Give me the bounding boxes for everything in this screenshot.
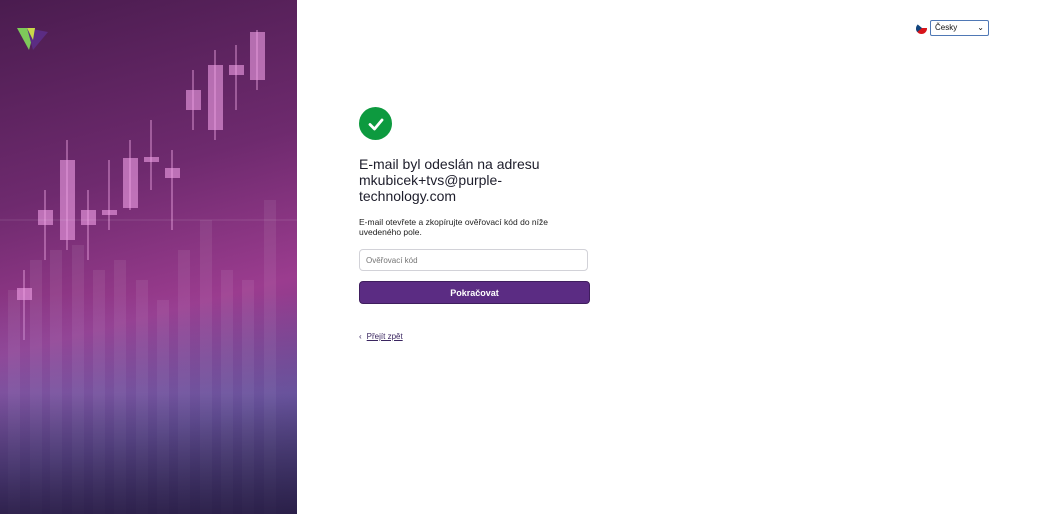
panel-gradient (0, 294, 297, 514)
czech-flag-icon (916, 22, 927, 34)
back-link-label: Přejít zpět (366, 332, 403, 341)
verification-code-input[interactable] (359, 249, 588, 271)
back-link[interactable]: ‹ Přejít zpět (359, 332, 591, 341)
verification-form: E-mail byl odeslán na adresu mkubicek+tv… (359, 107, 591, 341)
page-title: E-mail byl odeslán na adresu mkubicek+tv… (359, 156, 540, 204)
checkmark-icon (359, 107, 392, 140)
continue-button[interactable]: Pokračovat (359, 281, 590, 304)
instructions-text: E-mail otevřete a zkopírujte ověřovací k… (359, 217, 548, 237)
chevron-down-icon: ⌄ (977, 23, 984, 32)
logo-icon (17, 28, 48, 50)
chevron-left-icon: ‹ (359, 332, 362, 341)
language-selected: Česky (935, 23, 958, 32)
language-select[interactable]: Česky ⌄ (930, 20, 989, 36)
brand-panel (0, 0, 297, 514)
language-switcher[interactable]: Česky ⌄ (916, 20, 989, 36)
